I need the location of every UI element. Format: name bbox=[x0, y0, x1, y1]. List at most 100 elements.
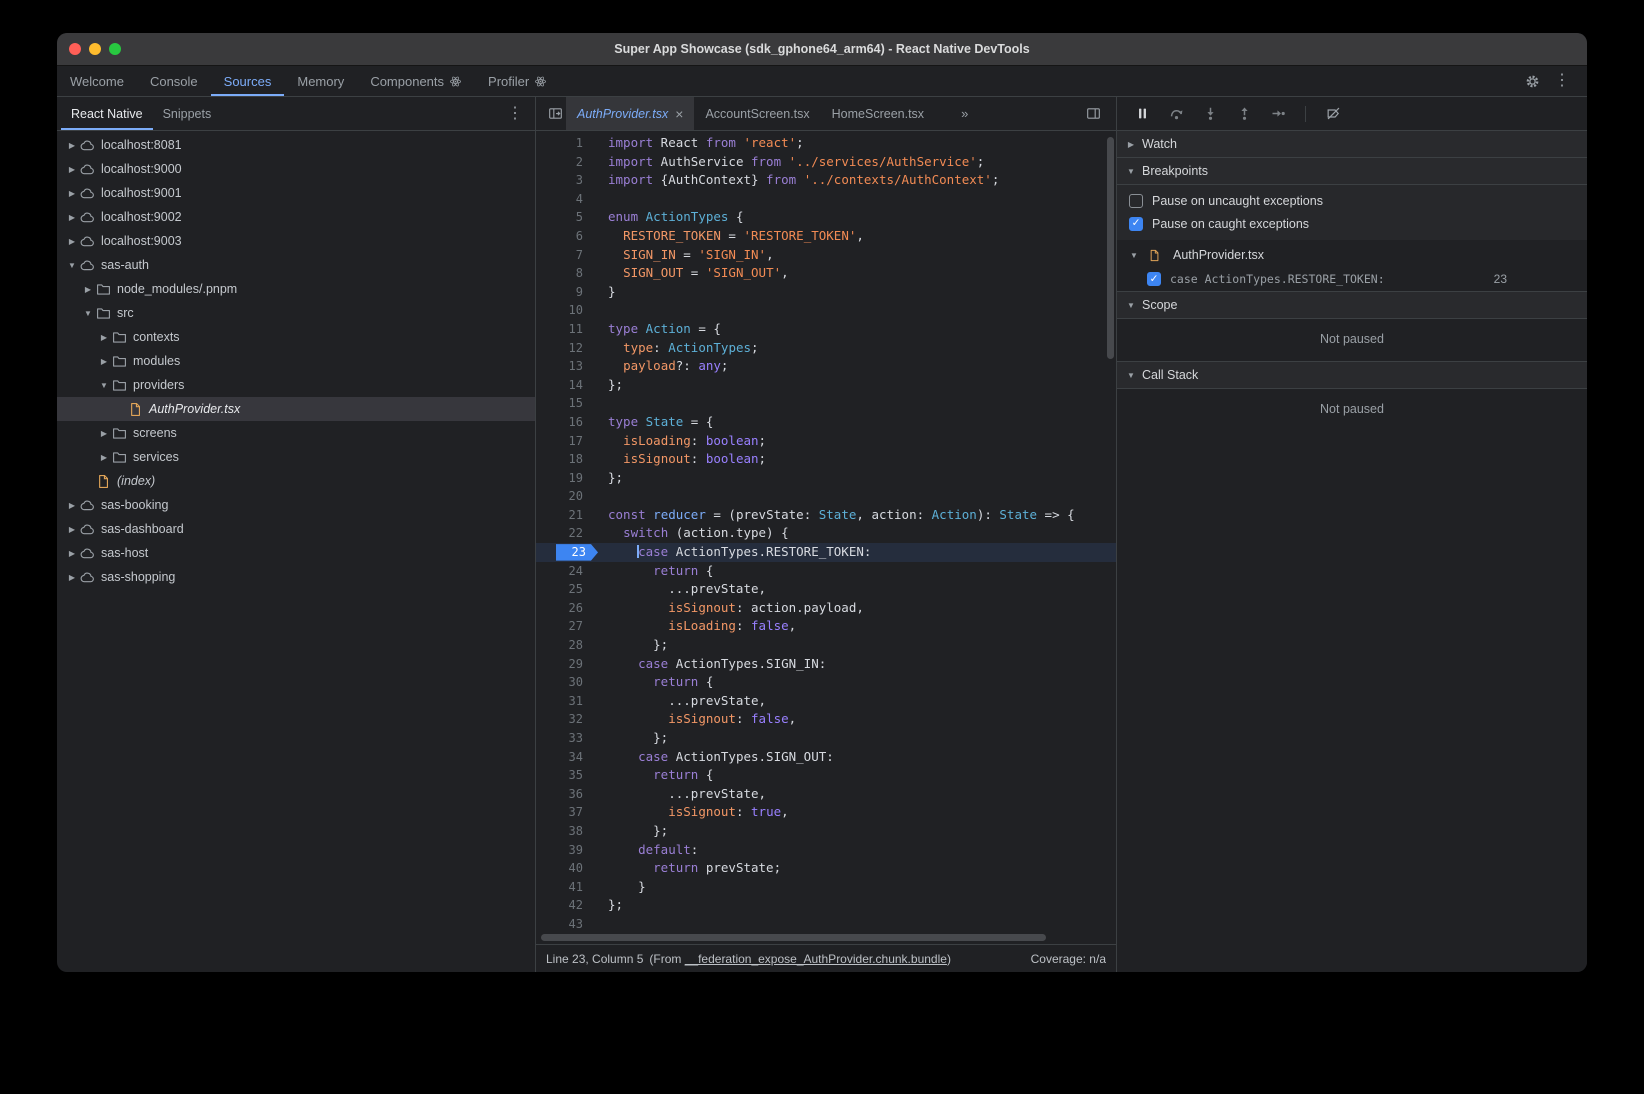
line-number[interactable]: 10 bbox=[536, 301, 596, 320]
toggle-navigator-icon[interactable] bbox=[544, 103, 566, 125]
expand-arrow-icon[interactable]: ▶ bbox=[65, 141, 79, 150]
line-number[interactable]: 26 bbox=[536, 599, 596, 618]
line-number[interactable]: 11 bbox=[536, 320, 596, 339]
step-icon[interactable] bbox=[1267, 103, 1289, 125]
line-number[interactable]: 29 bbox=[536, 655, 596, 674]
breakpoints-section-header[interactable]: ▼ Breakpoints bbox=[1117, 158, 1587, 185]
code-line-text[interactable]: SIGN_OUT = 'SIGN_OUT', bbox=[596, 264, 789, 283]
watch-section-header[interactable]: ▶ Watch bbox=[1117, 131, 1587, 158]
expand-arrow-icon[interactable]: ▼ bbox=[97, 381, 111, 390]
breakpoint-file-group[interactable]: ▼AuthProvider.tsx bbox=[1117, 243, 1587, 267]
line-number[interactable]: 22 bbox=[536, 524, 596, 543]
navigator-tab-react-native[interactable]: React Native bbox=[61, 97, 153, 130]
expand-arrow-icon[interactable]: ▶ bbox=[97, 453, 111, 462]
tree-item[interactable]: ▶localhost:8081 bbox=[57, 133, 535, 157]
code-line-text[interactable]: }; bbox=[596, 636, 668, 655]
line-number[interactable]: 13 bbox=[536, 357, 596, 376]
devtools-tab-console[interactable]: Console bbox=[137, 66, 211, 96]
code-line-text[interactable]: case ActionTypes.SIGN_IN: bbox=[596, 655, 826, 674]
editor-tab[interactable]: AuthProvider.tsx× bbox=[566, 97, 694, 130]
tree-item[interactable]: ▶sas-host bbox=[57, 541, 535, 565]
callstack-section-header[interactable]: ▼ Call Stack bbox=[1117, 361, 1587, 389]
code-line-text[interactable]: }; bbox=[596, 729, 668, 748]
pause-uncaught-row[interactable]: Pause on uncaught exceptions bbox=[1117, 189, 1587, 212]
code-line-text[interactable]: default: bbox=[596, 841, 698, 860]
line-number[interactable]: 25 bbox=[536, 580, 596, 599]
expand-arrow-icon[interactable]: ▼ bbox=[1125, 301, 1137, 310]
expand-arrow-icon[interactable]: ▶ bbox=[65, 165, 79, 174]
code-line-text[interactable]: ...prevState, bbox=[596, 692, 766, 711]
code-line-text[interactable]: } bbox=[596, 283, 616, 302]
devtools-tab-welcome[interactable]: Welcome bbox=[57, 66, 137, 96]
line-number[interactable]: 34 bbox=[536, 748, 596, 767]
line-number[interactable]: 15 bbox=[536, 394, 596, 413]
editor-tab[interactable]: AccountScreen.tsx bbox=[694, 97, 820, 130]
code-line-text[interactable]: isSignout: false, bbox=[596, 710, 796, 729]
code-line-text[interactable]: import {AuthContext} from '../contexts/A… bbox=[596, 171, 999, 190]
code-line-text[interactable]: const reducer = (prevState: State, actio… bbox=[596, 506, 1075, 525]
breakpoint-checkbox[interactable]: ✓ bbox=[1147, 272, 1161, 286]
code-line-text[interactable] bbox=[596, 487, 608, 506]
tree-item[interactable]: AuthProvider.tsx bbox=[57, 397, 535, 421]
line-number[interactable]: 37 bbox=[536, 803, 596, 822]
line-number[interactable]: 32 bbox=[536, 710, 596, 729]
tree-item[interactable]: ▶localhost:9001 bbox=[57, 181, 535, 205]
code-editor[interactable]: 1import React from 'react';2import AuthS… bbox=[536, 131, 1116, 944]
expand-arrow-icon[interactable]: ▶ bbox=[65, 237, 79, 246]
expand-arrow-icon[interactable]: ▼ bbox=[1125, 167, 1137, 176]
expand-arrow-icon[interactable]: ▼ bbox=[1125, 371, 1137, 380]
line-number[interactable]: 7 bbox=[536, 246, 596, 265]
devtools-tab-memory[interactable]: Memory bbox=[284, 66, 357, 96]
code-line-text[interactable]: type: ActionTypes; bbox=[596, 339, 759, 358]
code-line-text[interactable]: }; bbox=[596, 469, 623, 488]
code-line-text[interactable]: ...prevState, bbox=[596, 785, 766, 804]
pause-uncaught-checkbox[interactable] bbox=[1129, 194, 1143, 208]
tree-item[interactable]: ▶modules bbox=[57, 349, 535, 373]
step-into-icon[interactable] bbox=[1199, 103, 1221, 125]
line-number[interactable]: 16 bbox=[536, 413, 596, 432]
devtools-tab-components[interactable]: Components bbox=[357, 66, 475, 96]
tree-item[interactable]: ▶localhost:9002 bbox=[57, 205, 535, 229]
code-line-text[interactable]: import AuthService from '../services/Aut… bbox=[596, 153, 984, 172]
expand-arrow-icon[interactable]: ▶ bbox=[65, 549, 79, 558]
line-number[interactable]: 21 bbox=[536, 506, 596, 525]
code-line-text[interactable]: RESTORE_TOKEN = 'RESTORE_TOKEN', bbox=[596, 227, 864, 246]
expand-arrow-icon[interactable]: ▶ bbox=[97, 429, 111, 438]
vertical-scrollbar[interactable] bbox=[1107, 137, 1114, 359]
line-number[interactable]: 38 bbox=[536, 822, 596, 841]
line-number[interactable]: 23 bbox=[536, 543, 596, 562]
close-window-button[interactable] bbox=[69, 43, 81, 55]
zoom-window-button[interactable] bbox=[109, 43, 121, 55]
line-number[interactable]: 43 bbox=[536, 915, 596, 934]
code-line-text[interactable]: type State = { bbox=[596, 413, 713, 432]
code-line-text[interactable]: return { bbox=[596, 562, 713, 581]
window-titlebar[interactable]: Super App Showcase (sdk_gphone64_arm64) … bbox=[57, 33, 1587, 66]
kebab-menu-icon[interactable]: ⋮ bbox=[1551, 70, 1573, 92]
expand-arrow-icon[interactable]: ▼ bbox=[81, 309, 95, 318]
code-line-text[interactable]: isSignout: boolean; bbox=[596, 450, 766, 469]
line-number[interactable]: 18 bbox=[536, 450, 596, 469]
devtools-tab-sources[interactable]: Sources bbox=[211, 66, 285, 96]
code-line-text[interactable]: isSignout: action.payload, bbox=[596, 599, 864, 618]
code-line-text[interactable]: isSignout: true, bbox=[596, 803, 789, 822]
line-number[interactable]: 27 bbox=[536, 617, 596, 636]
code-line-text[interactable]: enum ActionTypes { bbox=[596, 208, 744, 227]
tree-item[interactable]: ▶contexts bbox=[57, 325, 535, 349]
bundle-link[interactable]: __federation_expose_AuthProvider.chunk.b… bbox=[685, 952, 947, 966]
line-number[interactable]: 9 bbox=[536, 283, 596, 302]
expand-arrow-icon[interactable]: ▶ bbox=[65, 573, 79, 582]
line-number[interactable]: 2 bbox=[536, 153, 596, 172]
line-number[interactable]: 41 bbox=[536, 878, 596, 897]
expand-arrow-icon[interactable]: ▶ bbox=[97, 333, 111, 342]
line-number[interactable]: 5 bbox=[536, 208, 596, 227]
line-number[interactable]: 3 bbox=[536, 171, 596, 190]
code-line-text[interactable]: case ActionTypes.RESTORE_TOKEN: bbox=[596, 543, 871, 562]
horizontal-scrollbar[interactable] bbox=[541, 934, 1046, 941]
tree-item[interactable]: ▼sas-auth bbox=[57, 253, 535, 277]
pause-caught-row[interactable]: ✓ Pause on caught exceptions bbox=[1117, 212, 1587, 235]
line-number[interactable]: 19 bbox=[536, 469, 596, 488]
code-line-text[interactable]: }; bbox=[596, 376, 623, 395]
line-number[interactable]: 40 bbox=[536, 859, 596, 878]
tree-item[interactable]: ▶sas-shopping bbox=[57, 565, 535, 589]
code-line-text[interactable]: ...prevState, bbox=[596, 580, 766, 599]
